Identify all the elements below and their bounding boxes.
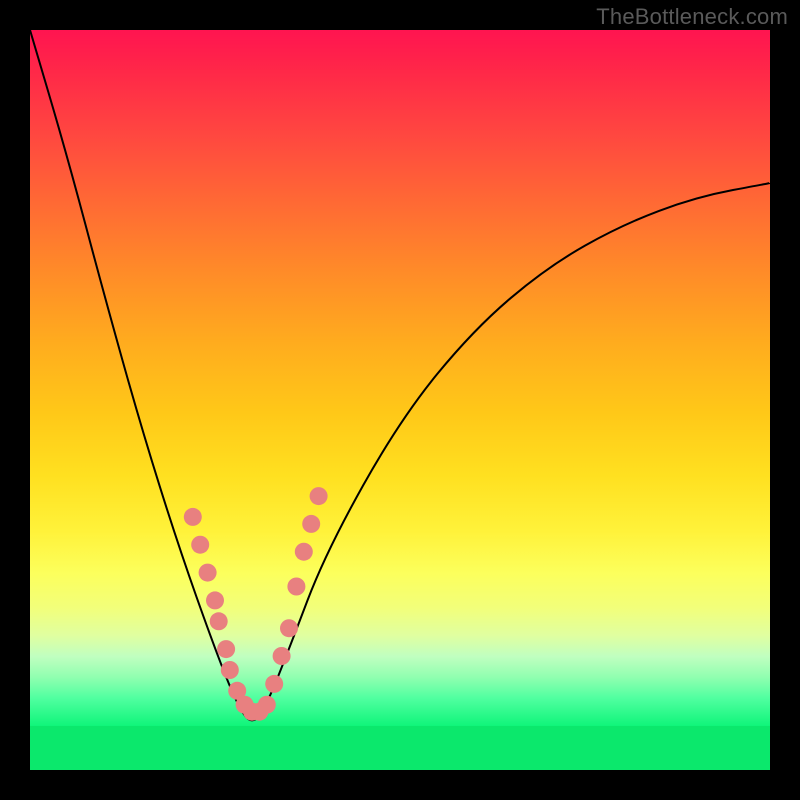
curve-marker xyxy=(280,619,298,637)
curve-marker xyxy=(302,515,320,533)
curve-marker xyxy=(295,543,313,561)
curve-marker xyxy=(273,647,291,665)
curve-marker xyxy=(217,640,235,658)
curve-marker xyxy=(199,564,217,582)
curve-marker xyxy=(287,578,305,596)
penalty-curve xyxy=(30,30,770,720)
curve-marker xyxy=(210,612,228,630)
curve-marker xyxy=(310,487,328,505)
chart-svg xyxy=(30,30,770,770)
watermark-text: TheBottleneck.com xyxy=(596,4,788,30)
curve-marker xyxy=(258,696,276,714)
curve-marker xyxy=(265,675,283,693)
curve-marker xyxy=(191,536,209,554)
curve-marker xyxy=(221,661,239,679)
chart-frame xyxy=(30,30,770,770)
curve-marker xyxy=(184,508,202,526)
curve-marker xyxy=(206,591,224,609)
